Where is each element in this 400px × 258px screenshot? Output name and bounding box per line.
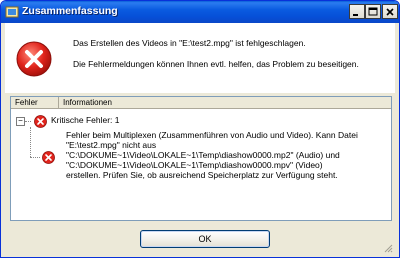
tree-line bbox=[30, 127, 31, 157]
maximize-icon bbox=[368, 7, 378, 16]
collapse-toggle[interactable]: − bbox=[16, 117, 25, 126]
error-icon bbox=[34, 115, 47, 128]
error-list[interactable]: Fehler Informationen − Kritische Fehler:… bbox=[10, 96, 392, 221]
maximize-button[interactable] bbox=[365, 4, 381, 19]
close-button[interactable] bbox=[382, 4, 398, 19]
list-header: Fehler Informationen bbox=[11, 97, 391, 109]
app-icon bbox=[5, 5, 19, 19]
minimize-button[interactable] bbox=[349, 4, 365, 19]
size-grip-icon[interactable] bbox=[383, 243, 393, 253]
tree-line bbox=[30, 157, 40, 158]
message-panel: Das Erstellen des Videos in "E:\test2.mp… bbox=[5, 23, 395, 93]
detail-line: "C:\DOKUME~1\Video\LOKALE~1\Temp\diashow… bbox=[66, 150, 340, 160]
column-header-informationen[interactable]: Informationen bbox=[59, 97, 391, 109]
minimize-icon bbox=[353, 14, 358, 16]
title-bar[interactable]: Zusammenfassung bbox=[1, 1, 399, 23]
detail-line: "E:\test2.mpg" nicht aus bbox=[66, 140, 157, 150]
error-message-line2: Die Fehlermeldungen können Ihnen evtl. h… bbox=[73, 59, 359, 69]
tree-line bbox=[25, 121, 31, 122]
error-message-line1: Das Erstellen des Videos in "E:\test2.mp… bbox=[73, 38, 306, 48]
tree-root-label[interactable]: Kritische Fehler: 1 bbox=[51, 115, 120, 125]
column-header-fehler[interactable]: Fehler bbox=[11, 97, 59, 109]
window-title: Zusammenfassung bbox=[22, 5, 118, 17]
dialog-client: Das Erstellen des Videos in "E:\test2.mp… bbox=[5, 23, 395, 255]
error-icon bbox=[15, 40, 53, 78]
detail-line: Fehler beim Multiplexen (Zusammenführen … bbox=[66, 130, 358, 140]
error-detail-text[interactable]: Fehler beim Multiplexen (Zusammenführen … bbox=[66, 130, 386, 180]
detail-line: "C:\DOKUME~1\Video\LOKALE~1\Temp\diashow… bbox=[66, 160, 323, 170]
detail-line: erstellen. Prüfen Sie, ob ausreichend Sp… bbox=[66, 170, 338, 180]
dialog-window: Zusammenfassung Das Erstellen des Videos… bbox=[0, 0, 400, 258]
close-icon bbox=[386, 8, 394, 16]
error-icon bbox=[42, 151, 55, 164]
ok-button[interactable]: OK bbox=[140, 230, 270, 248]
